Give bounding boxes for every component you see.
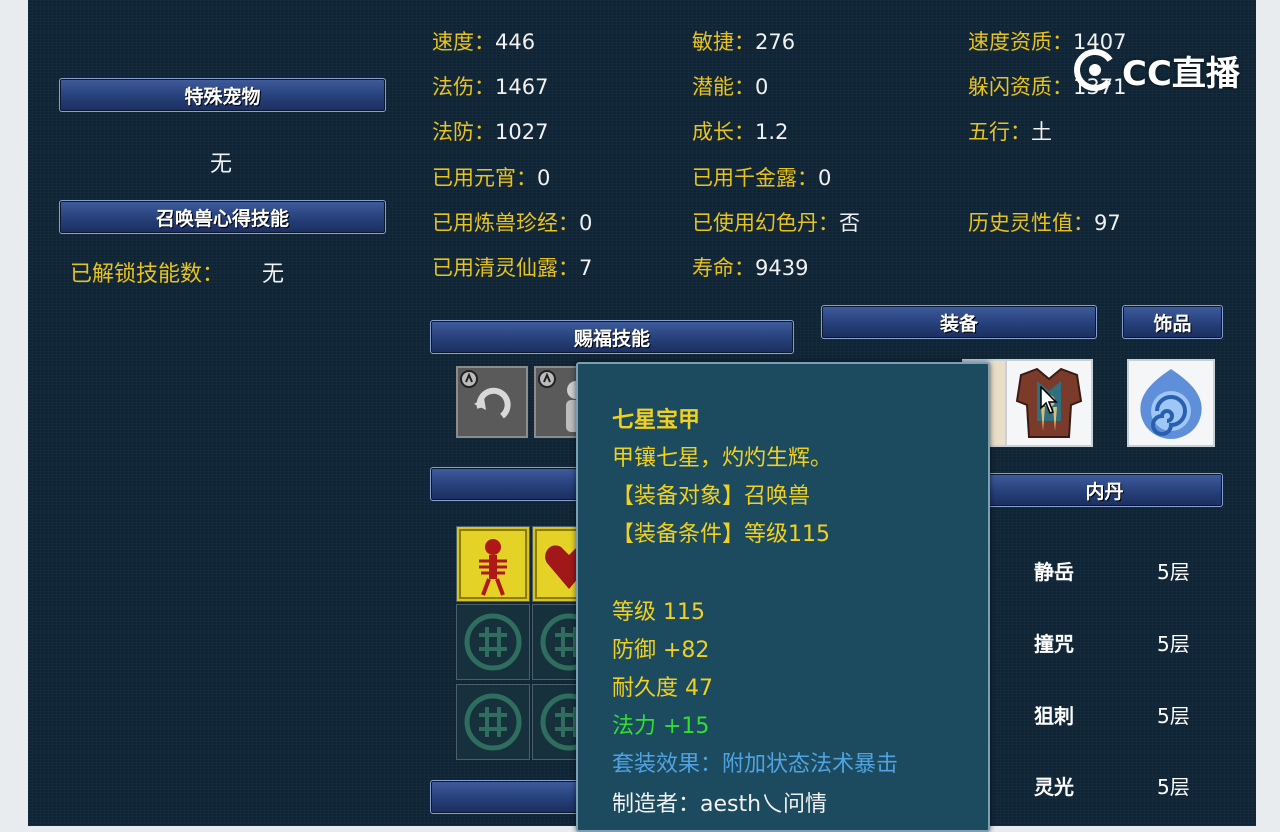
unlocked-skills-label: 已解锁技能数： — [70, 262, 225, 287]
blessing-skill-slot[interactable] — [456, 366, 528, 438]
inner-dan-slot-filled[interactable] — [456, 526, 530, 602]
inner-dan-name: 静岳 — [1034, 560, 1074, 584]
stat-element: 五行：土 — [968, 120, 1052, 144]
stat-used-huanse: 已使用幻色丹：否 — [692, 211, 860, 235]
cc-live-watermark: CC直播 — [1070, 44, 1240, 96]
inner-dan-level: 5层 — [1157, 704, 1190, 728]
inner-dan-name: 灵光 — [1034, 775, 1074, 799]
tooltip-level: 等级 115 — [612, 600, 705, 625]
inner-dan-level: 5层 — [1157, 632, 1190, 656]
tooltip-defense: 防御 +82 — [612, 638, 710, 663]
item-tooltip: 七星宝甲 甲镶七星，灼灼生辉。 【装备对象】召唤兽 【装备条件】等级115 等级… — [576, 362, 990, 832]
tooltip-equip-condition: 【装备条件】等级115 — [612, 522, 830, 547]
inner-dan-slot-empty[interactable] — [456, 684, 530, 760]
accessory-slot[interactable] — [1127, 359, 1215, 447]
tooltip-magic: 法力 +15 — [612, 714, 710, 739]
equipment-header: 装备 — [821, 305, 1097, 339]
inner-dan-level: 5层 — [1157, 560, 1190, 584]
tooltip-title: 七星宝甲 — [612, 407, 701, 433]
stat-used-qianjinlu: 已用千金露：0 — [692, 166, 832, 190]
return-skill-icon — [458, 368, 526, 436]
tooltip-equip-target: 【装备对象】召唤兽 — [612, 484, 811, 509]
stat-speed: 速度：446 — [432, 30, 536, 54]
swirl-orb-icon — [1140, 369, 1202, 439]
special-pet-value: 无 — [210, 152, 233, 177]
inner-dan-slot-empty[interactable] — [456, 604, 530, 680]
tooltip-maker: 制造者：aesth乀问情 — [612, 792, 828, 817]
stat-used-yuanxiao: 已用元宵：0 — [432, 166, 551, 190]
stat-agility: 敏捷：276 — [692, 30, 796, 54]
special-pet-header: 特殊宠物 — [59, 78, 386, 112]
inner-dan-level: 5层 — [1157, 775, 1190, 799]
summon-skill-header: 召唤兽心得技能 — [59, 200, 386, 234]
stat-history-spirit: 历史灵性值：97 — [968, 211, 1121, 235]
tooltip-set-effect: 套装效果：附加状态法术暴击 — [612, 752, 899, 777]
stat-growth: 成长：1.2 — [692, 120, 789, 144]
stat-potential: 潜能：0 — [692, 75, 769, 99]
cc-logo-icon — [1074, 49, 1116, 91]
stat-lifespan: 寿命：9439 — [692, 256, 809, 280]
blessing-skills-header: 赐福技能 — [430, 320, 794, 354]
seal-empty-icon — [464, 693, 522, 751]
cursor-icon — [1040, 386, 1058, 414]
tooltip-durability: 耐久度 47 — [612, 676, 713, 701]
inner-dan-name: 狙刺 — [1034, 704, 1074, 728]
stat-used-qingling: 已用清灵仙露：7 — [432, 256, 593, 280]
accessory-header: 饰品 — [1122, 305, 1223, 339]
skeleton-icon — [459, 529, 527, 599]
unlocked-skills-value: 无 — [262, 262, 285, 287]
watermark-text: CC直播 — [1122, 53, 1240, 94]
stat-magic-defense: 法防：1027 — [432, 120, 549, 144]
tooltip-description: 甲镶七星，灼灼生辉。 — [612, 446, 833, 471]
stat-magic-damage: 法伤：1467 — [432, 75, 549, 99]
stat-used-lianshou: 已用炼兽珍经：0 — [432, 211, 593, 235]
seal-empty-icon — [464, 613, 522, 671]
inner-dan-header: 内丹 — [986, 473, 1223, 507]
inner-dan-name: 撞咒 — [1034, 632, 1074, 656]
